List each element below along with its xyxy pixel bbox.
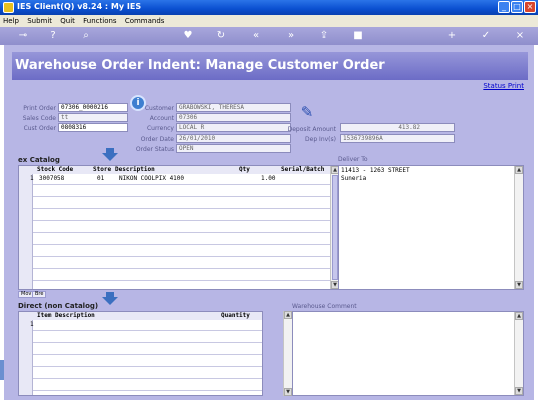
print-order-label: Print Order <box>23 105 56 112</box>
help-icon[interactable]: ? <box>47 30 59 42</box>
scroll-down-button[interactable]: ▼ <box>515 387 523 395</box>
page-title: Warehouse Order Indent: Manage Customer … <box>12 52 528 80</box>
deposit-amount-label: Deposit Amount <box>287 126 336 133</box>
row-number-gutter <box>19 166 33 289</box>
heart-icon[interactable]: ♥ <box>182 30 194 42</box>
key-icon[interactable]: ⊸ <box>14 30 32 42</box>
currency-label: Currency <box>146 125 174 132</box>
col-qty[interactable]: Qty <box>239 166 250 174</box>
menu-quit[interactable]: Quit <box>57 15 78 27</box>
close-window-button[interactable]: × <box>524 1 536 13</box>
minimize-button[interactable]: _ <box>498 1 510 13</box>
dep-invoice-label: Dep Inv(s) <box>305 136 336 143</box>
cell-description[interactable]: NIKON COOLPIX 4100 <box>119 175 184 183</box>
menu-help[interactable]: Help <box>0 15 22 27</box>
ex-catalog-title: ex Catalog <box>18 156 60 164</box>
table-row[interactable]: 1 <box>19 321 262 329</box>
toolbar: ⊸ ? ⌕ ♥ ↻ « » ⇪ ■ + ✓ × <box>0 27 538 45</box>
menu-bar: Help Submit Quit Functions Commands <box>0 15 538 27</box>
menu-functions[interactable]: Functions <box>80 15 119 27</box>
ex-catalog-grid: Stock Code Store Description Qty Serial/… <box>18 165 340 290</box>
menu-commands[interactable]: Commands <box>122 15 168 27</box>
col-store[interactable]: Store <box>93 166 111 174</box>
cust-order-label: Cust Order <box>23 125 56 132</box>
order-status-field[interactable]: OPEN <box>176 144 291 153</box>
scroll-up-button[interactable]: ▲ <box>284 311 292 319</box>
order-date-label: Order Date <box>140 136 174 143</box>
window-title: IES Client(Q) v8.24 : My IES <box>17 2 142 11</box>
cell-qty[interactable]: 1.00 <box>261 175 275 183</box>
app-icon <box>3 2 14 13</box>
customer-label: Customer <box>144 105 174 112</box>
close-icon[interactable]: × <box>514 30 526 42</box>
cell-stock-code[interactable]: 3007058 <box>39 175 64 183</box>
window-titlebar: IES Client(Q) v8.24 : My IES _ □ × <box>0 0 538 15</box>
main-panel: Warehouse Order Indent: Manage Customer … <box>4 45 534 400</box>
row-number: 1 <box>30 175 34 182</box>
status-print-link[interactable]: Status Print <box>483 82 524 90</box>
scroll-up-button[interactable]: ▲ <box>515 312 523 320</box>
col-item-description[interactable]: Item Description <box>37 312 95 320</box>
col-quantity[interactable]: Quantity <box>221 312 250 320</box>
menu-submit[interactable]: Submit <box>24 15 55 27</box>
account-label: Account <box>149 115 174 122</box>
scroll-up-button[interactable]: ▲ <box>515 166 523 174</box>
row-number: 1 <box>30 321 34 328</box>
down-arrow-icon <box>102 297 118 305</box>
deliver-to-label: Deliver To <box>338 156 368 163</box>
col-description[interactable]: Description <box>115 166 155 174</box>
currency-field[interactable]: LOCAL R <box>176 123 291 132</box>
check-icon[interactable]: ✓ <box>480 30 492 42</box>
sales-code-field[interactable]: tt <box>58 113 128 122</box>
search-icon[interactable]: ⌕ <box>80 30 92 42</box>
cust-order-field[interactable]: 0808316 <box>58 123 128 132</box>
direct-header: Item Description Quantity <box>19 312 262 320</box>
forward-icon[interactable]: » <box>285 30 297 42</box>
col-serial-batch[interactable]: Serial/Batch <box>281 166 324 174</box>
ex-catalog-header: Stock Code Store Description Qty Serial/… <box>19 166 339 174</box>
customer-field[interactable]: GRABOWSKI, THERESA <box>176 103 291 112</box>
warehouse-comment-textarea[interactable] <box>292 311 524 396</box>
col-stock-code[interactable]: Stock Code <box>37 166 73 174</box>
cell-store[interactable]: 01 <box>97 175 104 183</box>
scroll-down-button[interactable]: ▼ <box>515 281 523 289</box>
account-field[interactable]: 07306 <box>176 113 291 122</box>
deliver-to-textarea[interactable]: 11413 - 1263 STREET Suneria <box>338 165 524 290</box>
tab-bre[interactable]: Bre <box>32 291 47 298</box>
scroll-down-button[interactable]: ▼ <box>284 388 292 396</box>
refresh-icon[interactable]: ↻ <box>215 30 227 42</box>
upload-icon[interactable]: ⇪ <box>318 30 330 42</box>
deliver-to-scrollbar[interactable]: ▲ ▼ <box>514 166 523 289</box>
table-row[interactable]: 1 3007058 01 NIKON COOLPIX 4100 1.00 <box>19 175 339 183</box>
order-date-field[interactable]: 26/01/2010 <box>176 134 291 143</box>
side-edge-tab[interactable] <box>0 360 4 380</box>
print-order-field[interactable]: 07306_0000216 <box>58 103 128 112</box>
direct-scrollbar[interactable]: ▲ ▼ <box>283 311 292 396</box>
rewind-icon[interactable]: « <box>250 30 262 42</box>
stop-icon[interactable]: ■ <box>352 30 364 42</box>
warehouse-comment-label: Warehouse Comment <box>292 303 357 310</box>
tools-icon[interactable]: ✎ <box>298 103 316 121</box>
down-arrow-icon <box>102 153 118 161</box>
direct-title: Direct (non Catalog) <box>18 302 99 310</box>
add-icon[interactable]: + <box>446 30 458 42</box>
order-status-label: Order Status <box>135 146 174 153</box>
deposit-amount-field[interactable]: 413.82 <box>340 123 455 132</box>
maximize-button[interactable]: □ <box>511 1 523 13</box>
dep-invoice-field[interactable]: 1536739896A <box>340 134 455 143</box>
warehouse-comment-scrollbar[interactable]: ▲ ▼ <box>514 312 523 395</box>
sales-code-label: Sales Code <box>22 115 56 122</box>
direct-grid: Item Description Quantity 1 <box>18 311 263 396</box>
